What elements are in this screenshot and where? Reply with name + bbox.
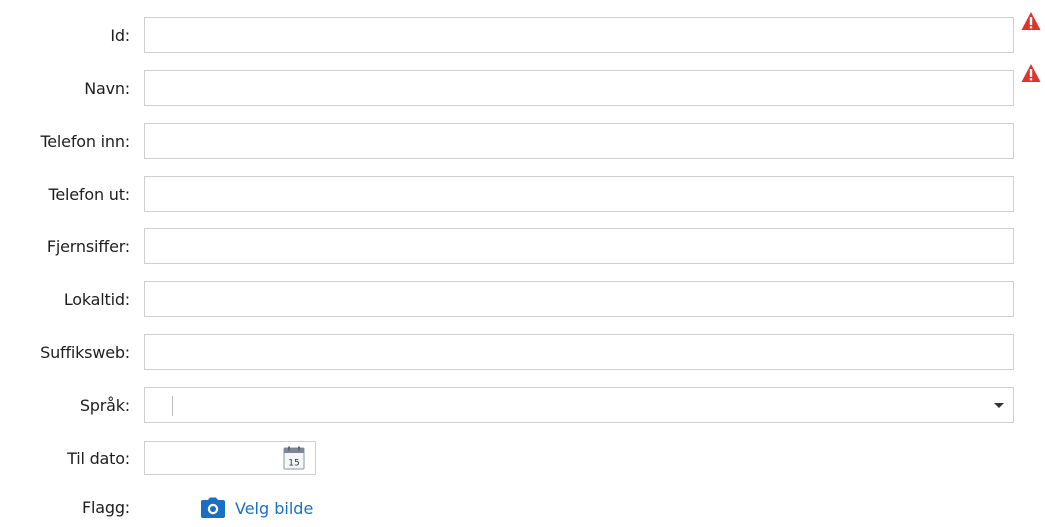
language-label: Språk: [79, 396, 130, 415]
calendar-day: 15 [288, 459, 299, 469]
id-field[interactable] [144, 17, 1014, 53]
remote-digit-label: Fjernsiffer: [46, 237, 130, 256]
form-row-local-time: Lokaltid: [0, 281, 1045, 319]
form-row-language: Språk: [0, 387, 1045, 425]
choose-image-label: Velg bilde [235, 498, 314, 518]
phone-in-label: Telefon inn: [40, 132, 130, 151]
calendar-icon[interactable]: 15 [283, 446, 305, 470]
warning-icon [1021, 12, 1041, 30]
form-row-name: Navn: [0, 64, 1045, 108]
camera-icon [201, 497, 225, 518]
warning-icon [1021, 64, 1041, 82]
form-row-id: Id: [0, 12, 1045, 55]
remote-digit-field[interactable] [144, 228, 1014, 264]
to-date-field[interactable]: 15 [144, 441, 316, 475]
form-row-remote-digit: Fjernsiffer: [0, 228, 1045, 266]
phone-in-field[interactable] [144, 123, 1014, 159]
choose-image-button[interactable]: Velg bilde [200, 489, 313, 527]
local-time-label: Lokaltid: [63, 290, 130, 309]
suffix-web-field[interactable] [144, 334, 1014, 370]
local-time-field[interactable] [144, 281, 1014, 317]
id-label: Id: [110, 26, 130, 45]
form-row-phone-in: Telefon inn: [0, 123, 1045, 161]
form-row-phone-out: Telefon ut: [0, 176, 1045, 214]
form-row-to-date: Til dato: 15 [0, 441, 1045, 479]
suffix-web-label: Suffiksweb: [40, 343, 130, 362]
language-select[interactable] [144, 387, 1014, 423]
form-row-suffix-web: Suffiksweb: [0, 334, 1045, 372]
name-field[interactable] [144, 70, 1014, 106]
to-date-label: Til dato: [67, 449, 130, 468]
name-label: Navn: [84, 79, 130, 98]
chevron-down-icon[interactable] [994, 403, 1004, 408]
form-row-flag: Flagg: Velg bilde [0, 489, 1045, 527]
text-cursor [172, 396, 173, 416]
phone-out-field[interactable] [144, 176, 1014, 212]
flag-label: Flagg: [82, 498, 130, 517]
phone-out-label: Telefon ut: [48, 185, 131, 204]
